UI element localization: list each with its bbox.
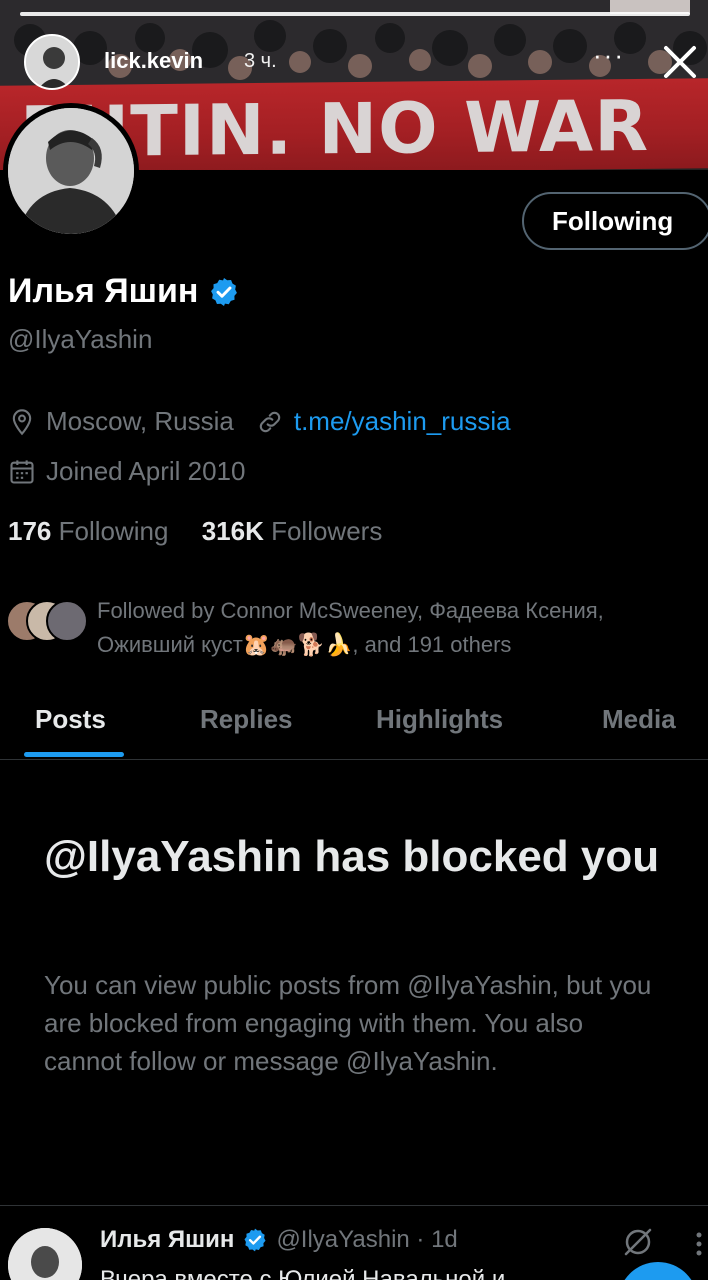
tab-media[interactable]: Media (602, 704, 676, 735)
post-avatar-image (8, 1228, 82, 1280)
profile-name-row: Илья Яшин (8, 272, 240, 311)
followed-by-avatars[interactable] (6, 600, 96, 646)
followers-label: Followers (271, 516, 383, 546)
verified-badge-icon (211, 277, 238, 306)
profile-joined-row: Joined April 2010 (8, 456, 245, 487)
blocked-body: You can view public posts from @IlyaYash… (44, 970, 652, 1076)
following-count-link[interactable]: 176 Following (8, 516, 168, 546)
story-avatar[interactable] (24, 34, 80, 90)
profile-location: Moscow, Russia (46, 406, 234, 436)
tab-highlights[interactable]: Highlights (376, 704, 503, 735)
following-count: 176 (8, 516, 52, 546)
story-progress-bar (20, 12, 690, 16)
followed-by-text[interactable]: Followed by Connor McSweeney, Фадеева Кс… (97, 594, 707, 662)
close-icon[interactable] (660, 42, 700, 82)
followers-count: 316K (201, 516, 264, 546)
tab-posts[interactable]: Posts (35, 704, 106, 735)
tab-replies[interactable]: Replies (200, 704, 293, 735)
profile-joined: Joined April 2010 (46, 456, 246, 486)
following-label: Following (58, 516, 169, 546)
more-icon[interactable]: ··· (593, 40, 625, 71)
calendar-icon (10, 459, 34, 484)
following-button[interactable]: Following (522, 192, 708, 250)
ghost-icon[interactable] (620, 1226, 656, 1258)
post-header: Илья Яшин @IlyaYashin · 1d (100, 1226, 458, 1254)
profile-handle: @IlyaYashin (8, 324, 153, 354)
avatar-photo (8, 108, 134, 234)
post-text: Вчера вместе с Юлией Навальной и (100, 1266, 506, 1280)
link-icon (259, 411, 281, 432)
avatar (46, 600, 88, 642)
profile-website-link[interactable]: t.me/yashin_russia (294, 406, 511, 437)
profile-name: Илья Яшин (8, 272, 199, 310)
blocked-title: @IlyaYashin has blocked you (44, 832, 660, 881)
active-tab-indicator (24, 752, 124, 757)
post-avatar[interactable] (8, 1228, 82, 1280)
followers-count-link[interactable]: 316K Followers (202, 516, 383, 546)
verified-badge-icon (244, 1228, 266, 1252)
post-author-name[interactable]: Илья Яшин (100, 1226, 234, 1254)
location-pin-icon (12, 408, 32, 435)
follow-counts: 176 Following 316K Followers (8, 516, 382, 547)
divider (0, 1205, 708, 1206)
profile-avatar[interactable] (3, 103, 139, 239)
post-author-handle: @IlyaYashin · 1d (276, 1226, 458, 1253)
story-time: 3 ч. (244, 50, 277, 72)
more-icon[interactable] (690, 1230, 708, 1258)
profile-meta-row: Moscow, Russia t.me/yashin_russia (8, 406, 511, 437)
story-username[interactable]: lick.kevin (104, 48, 203, 74)
profile-tabs: Posts Replies Highlights Media (0, 690, 708, 760)
compose-button[interactable] (618, 1262, 698, 1280)
